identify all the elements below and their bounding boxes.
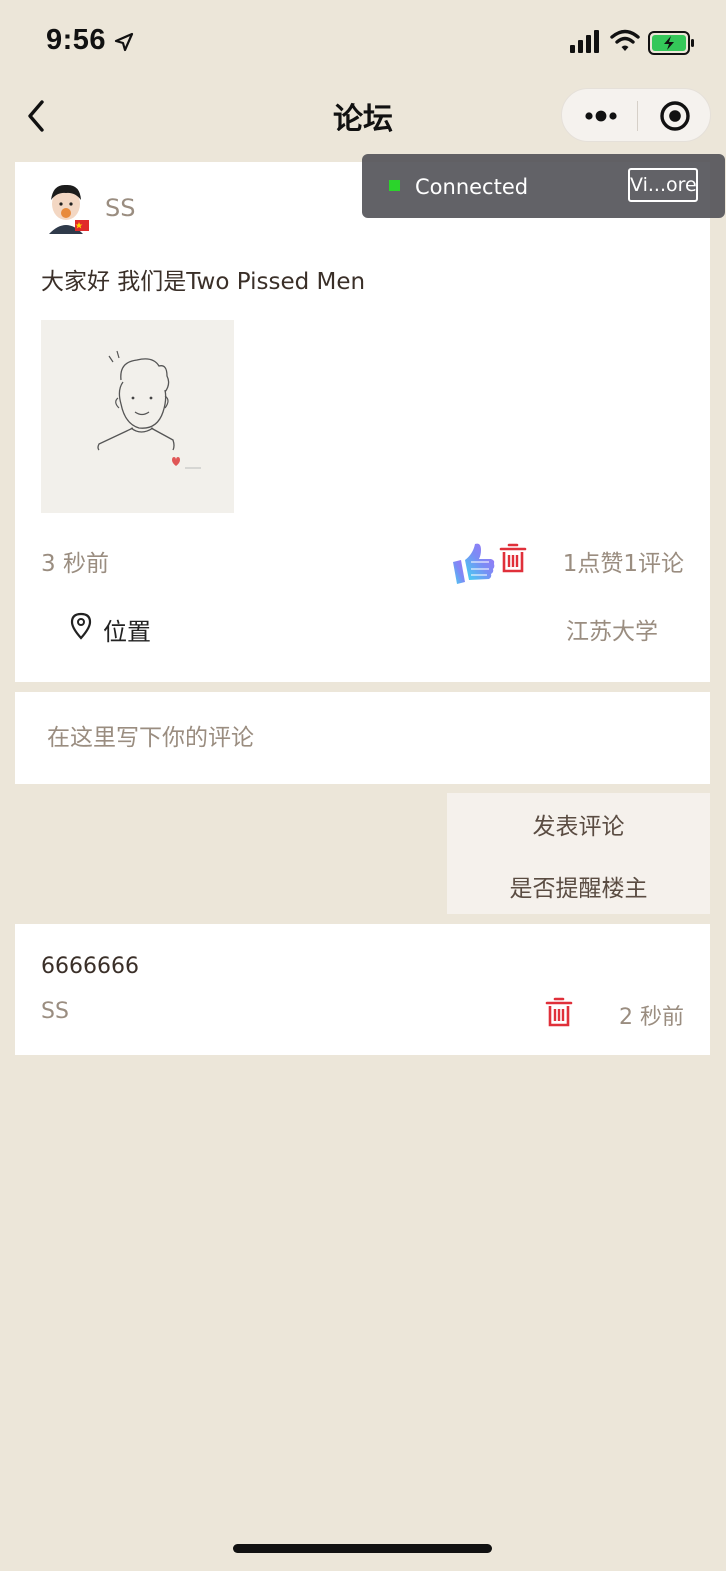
connected-status-dot [389,180,400,191]
status-time: 9:56 [46,24,107,56]
comment-text: 6666666 [41,954,139,979]
comment-input[interactable] [47,716,647,760]
publish-comment-button[interactable]: 发表评论 [447,807,710,841]
close-miniprogram-icon[interactable] [654,99,696,133]
post-author[interactable]: SS [105,194,135,222]
battery-charging-icon [648,31,694,55]
location-label[interactable]: 位置 [103,612,151,647]
comment-author: SS [41,999,69,1024]
more-icon[interactable] [580,99,622,133]
miniprogram-capsule [561,88,711,142]
cellular-signal-icon [570,30,599,53]
wifi-icon [610,29,640,51]
view-more-button[interactable]: Vi...ore [628,168,698,202]
comment-item: 6666666 SS 2 秒前 [15,924,710,1055]
remind-owner-button[interactable]: 是否提醒楼主 [447,869,710,903]
toast-text: Connected [415,175,529,199]
comment-actions: 发表评论 是否提醒楼主 [447,793,710,914]
avatar[interactable] [41,180,91,234]
post-time: 3 秒前 [41,551,109,577]
cartoon-portrait-image [97,350,201,469]
trash-icon[interactable] [545,996,573,1028]
connection-toast: Connected Vi...ore [362,154,725,218]
comment-time: 2 秒前 [619,1005,684,1030]
nav-bar: 论坛 [0,86,726,146]
capsule-divider [637,101,638,131]
trash-icon[interactable] [499,542,527,574]
home-indicator [233,1544,492,1553]
post-card: SS 大家好 我们是Two Pissed Men 3 秒前 1点赞1评论 位置 … [15,162,710,682]
status-bar: 9:56 [0,0,726,86]
location-arrow-icon [114,32,134,52]
post-text: 大家好 我们是Two Pissed Men [41,269,366,295]
thumbs-up-icon[interactable] [451,540,497,586]
post-image[interactable] [41,320,234,513]
location-pin-icon [70,612,92,640]
comment-box [15,692,710,784]
post-stats: 1点赞1评论 [562,551,684,577]
location-value: 江苏大学 [566,619,658,645]
screen: 9:56 论坛 SS 大家好 我们是Two Pissed Men 3 秒前 1点… [0,0,726,1571]
